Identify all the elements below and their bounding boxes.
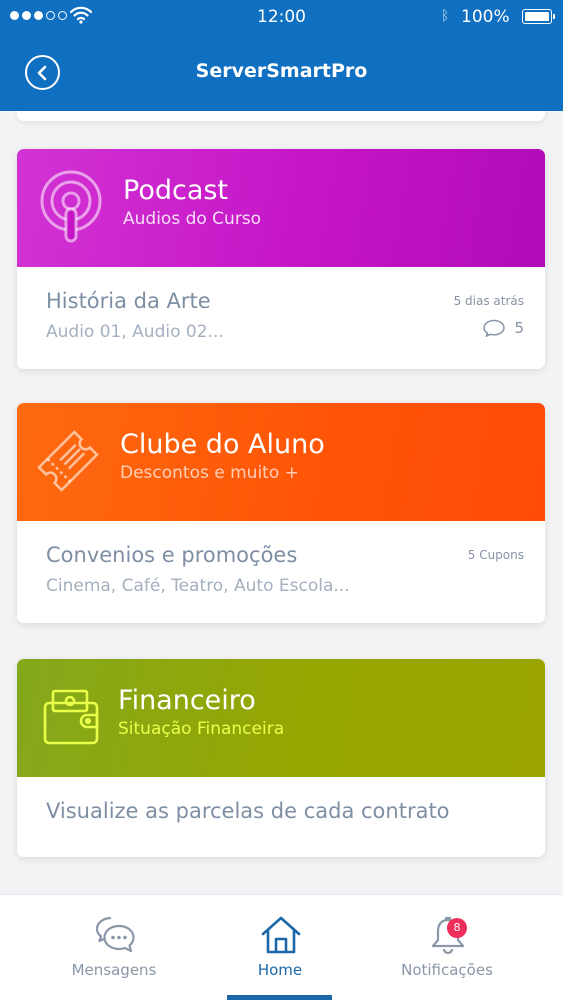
card-podcast-header[interactable]: Podcast Audios do Curso [17, 149, 545, 267]
card-financeiro-header[interactable]: Financeiro Situação Financeira [17, 659, 545, 777]
item-date: 5 dias atrás [453, 294, 524, 308]
card-title: Financeiro [118, 685, 256, 716]
status-bar: 12:00 ᛒ 100% [0, 0, 563, 34]
active-tab-indicator [227, 995, 332, 1000]
card-podcast[interactable]: Podcast Audios do Curso História da Arte… [17, 149, 545, 369]
home-icon [261, 916, 301, 954]
tab-label: Home [257, 961, 303, 979]
battery-icon [522, 9, 555, 24]
comment-count-value: 5 [514, 319, 524, 337]
tab-notificacoes[interactable]: Notificações [353, 895, 541, 1000]
comment-count: 5 [482, 319, 524, 337]
card-subtitle: Descontos e muito + [120, 463, 299, 483]
bottom-tab-bar: Mensagens Home Notificações [0, 894, 563, 1000]
app-header: ServerSmartPro [0, 34, 563, 111]
cards-list[interactable]: Podcast Audios do Curso História da Arte… [0, 111, 563, 894]
item-title: Convenios e promoções [46, 543, 298, 567]
tab-home[interactable]: Home [186, 895, 374, 1000]
card-financeiro[interactable]: Financeiro Situação Financeira Visualize… [17, 659, 545, 857]
wallet-icon [43, 689, 99, 745]
item-title: Visualize as parcelas de cada contrato [46, 799, 450, 823]
battery-level [525, 12, 549, 21]
card-clube-item[interactable]: Convenios e promoções Cinema, Café, Teat… [17, 521, 545, 623]
ticket-icon [37, 430, 99, 492]
card-title: Clube do Aluno [120, 429, 325, 460]
card-title: Podcast [123, 175, 229, 206]
notification-badge: 8 [447, 918, 467, 938]
previous-card[interactable] [17, 111, 545, 121]
battery-percent: 100% [461, 7, 510, 27]
card-clube-do-aluno[interactable]: Clube do Aluno Descontos e muito + Conve… [17, 403, 545, 623]
card-financeiro-item[interactable]: Visualize as parcelas de cada contrato [17, 777, 545, 857]
comment-icon [483, 319, 506, 337]
tab-label: Mensagens [71, 961, 157, 979]
item-subtitle: Cinema, Café, Teatro, Auto Escola... [46, 576, 350, 596]
tab-mensagens[interactable]: Mensagens [20, 895, 208, 1000]
tab-label: Notificações [401, 961, 493, 979]
page-title: ServerSmartPro [195, 60, 368, 82]
podcast-icon [40, 170, 102, 243]
card-podcast-item[interactable]: História da Arte Audio 01, Audio 02... 5… [17, 267, 545, 369]
coupon-count: 5 Cupons [467, 548, 524, 562]
chat-icon [95, 916, 135, 953]
bluetooth-icon: ᛒ [441, 8, 450, 24]
card-clube-header[interactable]: Clube do Aluno Descontos e muito + [17, 403, 545, 521]
item-subtitle: Audio 01, Audio 02... [46, 322, 224, 342]
item-title: História da Arte [46, 289, 211, 313]
card-subtitle: Audios do Curso [123, 209, 262, 229]
card-subtitle: Situação Financeira [118, 719, 285, 739]
